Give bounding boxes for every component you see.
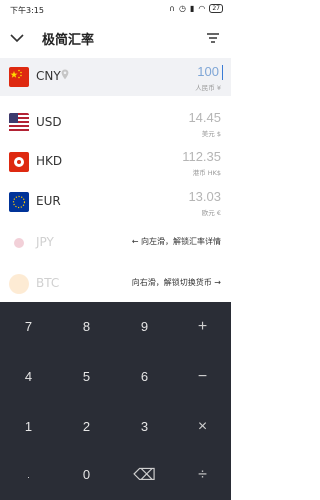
amount-value: 112.35 [182, 149, 221, 164]
swipe-right-hint: 向右滑，解锁切换货币 → [131, 278, 221, 287]
btc-icon [9, 274, 29, 294]
currency-unit: 美元 $ [201, 130, 221, 138]
amount-value: 14.45 [188, 110, 221, 125]
text-cursor [222, 65, 223, 80]
us-flag-icon [9, 113, 29, 133]
key-4[interactable]: 4 [0, 352, 57, 401]
headphones-icon: ∩ [169, 4, 175, 13]
currency-unit: 港币 HK$ [192, 169, 221, 177]
key-divide[interactable]: ÷ [174, 450, 231, 499]
battery-icon: 27 [209, 4, 223, 13]
status-bar: 下午3:15 ∩ ◷ ▮ ◠ 27 [0, 0, 231, 20]
menu-icon[interactable] [204, 29, 222, 47]
eu-flag-icon [9, 192, 29, 212]
app-header: 极简汇率 [0, 20, 231, 56]
signal-icon: ▮ [189, 4, 195, 13]
key-3[interactable]: 3 [116, 402, 173, 451]
backspace-icon[interactable]: ⌫ [116, 450, 173, 499]
swipe-left-hint: ← 向左滑，解锁汇率详情 [131, 237, 221, 246]
key-0[interactable]: 0 [58, 450, 115, 499]
key-6[interactable]: 6 [116, 352, 173, 401]
amount-input[interactable]: 100 [197, 64, 219, 79]
key-1[interactable]: 1 [0, 402, 57, 451]
currency-code: HKD [36, 154, 63, 168]
currency-row-cny[interactable]: CNY 100 人民币 ¥ [0, 58, 231, 96]
swipe-hint-row-jpy[interactable]: JPY ← 向左滑，解锁汇率详情 [0, 224, 231, 262]
currency-code: EUR [36, 194, 61, 208]
key-multiply[interactable]: × [174, 402, 231, 451]
currency-code: USD [36, 115, 62, 129]
status-time: 下午3:15 [10, 6, 44, 15]
alarm-icon: ◷ [178, 4, 186, 13]
key-minus[interactable]: − [174, 352, 231, 401]
key-8[interactable]: 8 [58, 302, 115, 351]
currency-code: BTC [36, 276, 60, 290]
keypad: 7 8 9 + 4 5 6 − 1 2 3 × . 0 ⌫ ÷ [0, 302, 231, 500]
jp-flag-icon [9, 233, 29, 253]
amount-value: 13.03 [188, 189, 221, 204]
currency-unit: 欧元 € [201, 209, 221, 217]
chevron-down-icon[interactable] [8, 29, 26, 47]
key-2[interactable]: 2 [58, 402, 115, 451]
swipe-hint-row-btc[interactable]: BTC 向右滑，解锁切换货币 → [0, 265, 231, 303]
currency-code: CNY [36, 69, 61, 83]
location-pin-icon[interactable] [61, 69, 69, 80]
status-icons: ∩ ◷ ▮ ◠ 27 [169, 4, 223, 13]
key-plus[interactable]: + [174, 302, 231, 351]
hk-flag-icon [9, 152, 29, 172]
currency-row-usd[interactable]: USD 14.45 美元 $ [0, 104, 231, 142]
key-9[interactable]: 9 [116, 302, 173, 351]
key-decimal[interactable]: . [0, 450, 57, 499]
currency-row-hkd[interactable]: HKD 112.35 港币 HK$ [0, 143, 231, 181]
key-7[interactable]: 7 [0, 302, 57, 351]
cn-flag-icon [9, 67, 29, 87]
key-5[interactable]: 5 [58, 352, 115, 401]
page-title: 极简汇率 [42, 33, 95, 48]
currency-row-eur[interactable]: EUR 13.03 欧元 € [0, 183, 231, 221]
currency-unit: 人民币 ¥ [195, 84, 221, 92]
wifi-icon: ◠ [198, 4, 206, 13]
currency-code: JPY [36, 235, 54, 249]
